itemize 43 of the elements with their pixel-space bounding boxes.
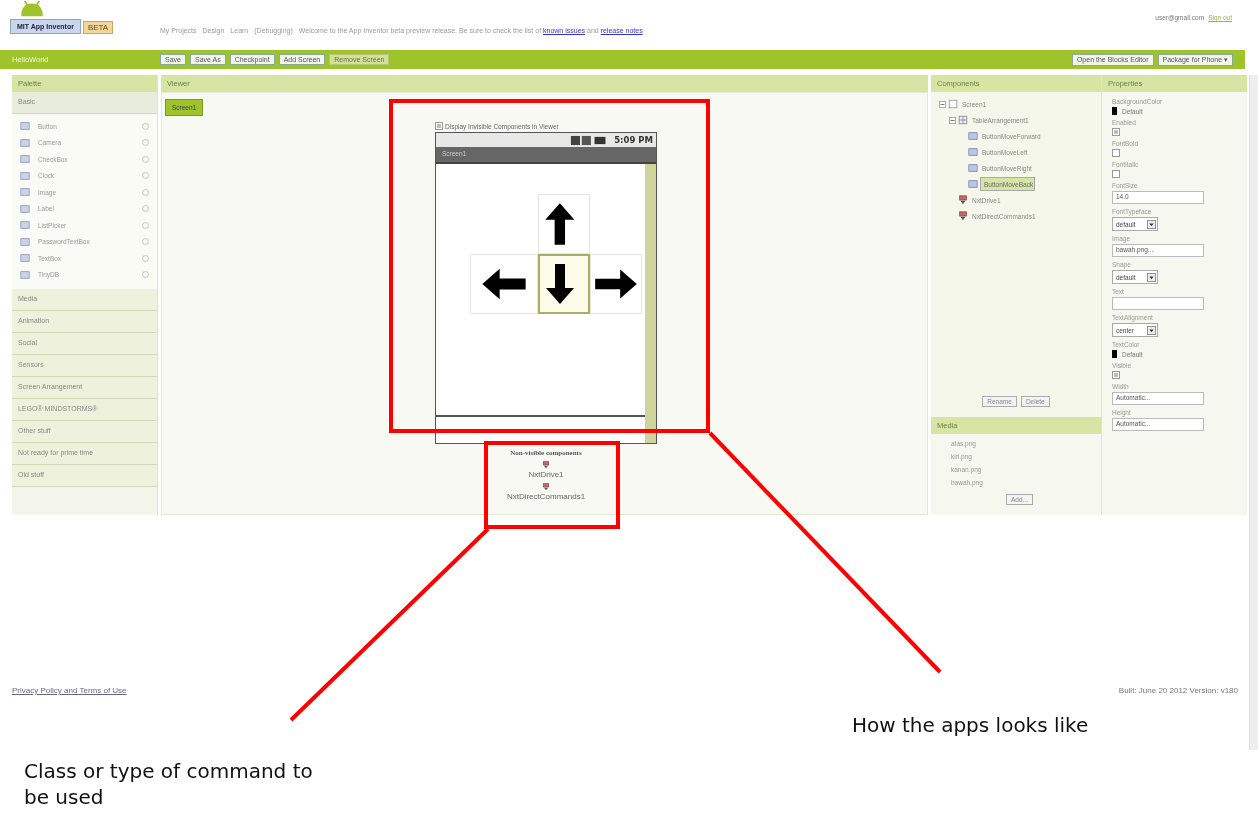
help-icon[interactable]	[142, 271, 149, 279]
table-icon	[958, 115, 968, 125]
component-icon	[20, 253, 30, 264]
color-swatch[interactable]	[1112, 107, 1117, 115]
robot-icon	[958, 195, 968, 205]
component-icon	[20, 203, 30, 214]
checkbox[interactable]	[1112, 170, 1120, 178]
annotation-text: Class or type of command to be used	[24, 758, 314, 810]
scrollbar[interactable]	[1249, 75, 1258, 750]
privacy-link[interactable]: Privacy Policy and Terms of Use	[12, 686, 127, 695]
collapse-icon[interactable]	[949, 116, 956, 124]
caret-icon	[1147, 325, 1156, 335]
color-swatch[interactable]	[1112, 350, 1117, 358]
component-label: NxtDrive1	[528, 470, 564, 479]
android-robot-icon	[18, 0, 46, 18]
robot-icon	[542, 483, 550, 491]
caret-icon	[1147, 272, 1156, 282]
checkbox[interactable]	[1112, 149, 1120, 157]
build-info: Built: June 20 2012 Version: v180	[1118, 686, 1238, 695]
component-icon	[20, 269, 30, 280]
screen-icon	[948, 99, 958, 109]
caret-icon	[1147, 219, 1156, 229]
annotation-text: How the apps looks like	[852, 712, 1089, 738]
scrollbar[interactable]	[645, 164, 656, 443]
checkbox[interactable]	[1112, 371, 1120, 379]
robot-icon	[958, 211, 968, 221]
status-time: 5:09 PM	[614, 135, 653, 145]
component-icon	[20, 220, 30, 231]
component-icon	[20, 170, 30, 181]
help-icon[interactable]	[142, 122, 149, 130]
checkbox[interactable]	[435, 122, 443, 130]
component-icon	[20, 154, 30, 165]
beta-badge: BETA	[82, 21, 114, 34]
input-field[interactable]	[1112, 297, 1204, 310]
collapse-icon[interactable]	[939, 100, 946, 108]
component-icon	[20, 236, 30, 247]
arrow-button[interactable]	[537, 254, 590, 314]
component-icon	[20, 137, 30, 148]
component-label: NxtDirectCommands1	[506, 492, 586, 501]
checkbox[interactable]	[1112, 128, 1120, 136]
component-icon	[20, 121, 30, 132]
robot-icon	[542, 461, 550, 469]
component-icon	[20, 187, 30, 198]
